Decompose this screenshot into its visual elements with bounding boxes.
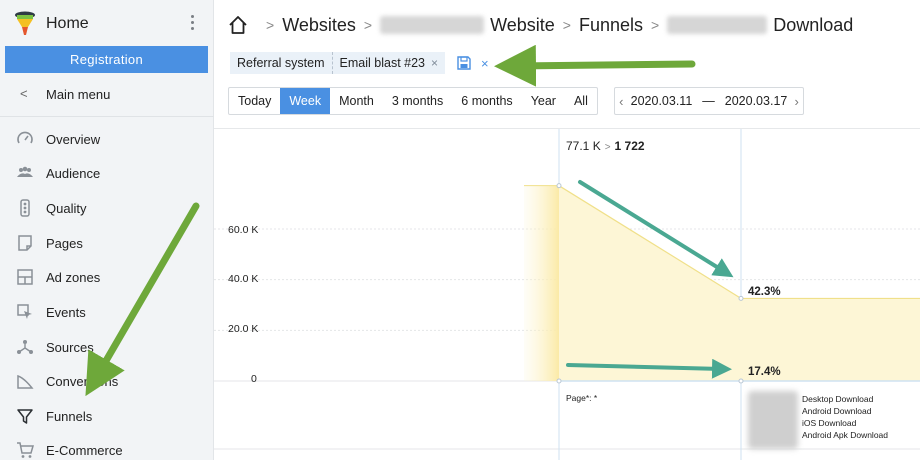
logo-icon[interactable] <box>14 11 36 37</box>
chevron-left-icon: < <box>20 86 28 101</box>
period-year[interactable]: Year <box>522 88 565 114</box>
network-icon <box>17 340 33 354</box>
segment-chip[interactable]: Email blast #23 × <box>331 52 446 74</box>
cart-icon <box>17 442 34 458</box>
funnel-area <box>559 185 920 381</box>
funnel-point <box>556 183 562 189</box>
download-event: Android Apk Download <box>802 430 889 440</box>
sidebar-item-audience[interactable]: Audience <box>0 160 214 186</box>
chevron-right-icon: > <box>562 17 571 33</box>
sidebar-item-label: Overview <box>46 132 101 147</box>
chevron-left-icon[interactable]: ‹ <box>615 94 628 109</box>
cursor-click-icon <box>17 304 32 319</box>
page-icon <box>18 235 32 251</box>
step-conversion-percent: 42.3% <box>748 286 781 298</box>
sidebar-item-ecommerce[interactable]: E-Commerce <box>0 437 214 460</box>
sidebar-item-label: Ad zones <box>46 270 101 285</box>
period-all[interactable]: All <box>565 88 597 114</box>
chevron-right-icon: > <box>604 142 611 153</box>
sidebar-item-overview[interactable]: Overview <box>0 126 214 152</box>
breadcrumb: > Websites > Website > Funnels > Downloa… <box>228 12 853 38</box>
sidebar-item-ad-zones[interactable]: Ad zones <box>0 264 214 290</box>
save-icon[interactable] <box>457 56 471 70</box>
step-visitors: 77.1 K <box>566 139 601 153</box>
period-week[interactable]: Week <box>280 88 331 114</box>
chevron-right-icon: > <box>363 17 373 33</box>
sidebar-item-label: Quality <box>46 201 87 216</box>
sidebar-item-label: Events <box>46 305 86 320</box>
sidebar-item-sources[interactable]: Sources <box>0 334 214 360</box>
funnel-lead-area <box>524 185 559 381</box>
download-event: Desktop Download <box>802 394 874 404</box>
download-event: Android Download <box>802 406 872 416</box>
registration-button[interactable]: Registration <box>5 46 208 73</box>
funnel-point <box>738 378 744 384</box>
chevron-right-icon: > <box>266 17 275 33</box>
layout-icon <box>17 269 33 285</box>
total-conversion-percent: 17.4% <box>748 366 781 378</box>
sidebar-item-label: Audience <box>46 166 101 181</box>
sidebar-item-quality[interactable]: Quality <box>0 195 214 221</box>
segment-chip-label: Email blast #23 <box>339 56 425 70</box>
segment-chip[interactable]: Referral system <box>230 52 332 74</box>
people-icon <box>17 166 33 177</box>
annotation-arrow <box>494 44 696 87</box>
breadcrumb-websites[interactable]: Websites <box>282 15 356 36</box>
y-tick-label: 60.0 K <box>228 224 259 236</box>
segment-chip-label: Referral system <box>237 56 325 70</box>
main-menu-label: Main menu <box>46 87 111 102</box>
step-label: Page*: * <box>566 393 598 403</box>
remove-segment-icon[interactable]: × <box>431 56 438 70</box>
download-events-list: Desktop Download Android Download iOS Do… <box>802 393 888 441</box>
more-menu-icon[interactable] <box>187 15 197 33</box>
y-tick-label: 20.0 K <box>228 323 259 335</box>
breadcrumb-website[interactable]: Website <box>490 15 555 36</box>
sidebar-item-pages[interactable]: Pages <box>0 230 214 256</box>
chart-area-icon <box>17 374 34 389</box>
chevron-right-icon: > <box>651 17 660 33</box>
sidebar-header: Home <box>0 0 214 46</box>
funnel-point <box>738 295 744 301</box>
sidebar-item-conversions[interactable]: Conversions <box>0 368 214 394</box>
date-from[interactable]: 2020.03.11 <box>631 94 693 108</box>
sidebar-item-events[interactable]: Events <box>0 299 214 325</box>
sidebar-item-funnels[interactable]: Funnels <box>0 403 214 429</box>
y-tick-label: 0 <box>251 373 257 385</box>
redacted-thumbnail <box>748 391 798 449</box>
traffic-light-icon <box>20 199 30 217</box>
funnel-chart: 60.0 K 40.0 K 20.0 K 0 77.1 K >1 722 42.3… <box>214 128 920 460</box>
sidebar-item-label: Conversions <box>46 374 119 389</box>
chevron-right-icon[interactable]: › <box>790 94 803 109</box>
step-stats: 77.1 K >1 722 <box>566 139 645 153</box>
period-month[interactable]: Month <box>330 88 383 114</box>
segment-filters: Referral system Email blast #23 × × <box>230 52 489 74</box>
home-title[interactable]: Home <box>46 15 89 33</box>
sidebar-divider <box>0 116 214 117</box>
sidebar-item-label: E-Commerce <box>46 443 123 458</box>
sidebar-item-label: Pages <box>46 236 83 251</box>
clear-segments-icon[interactable]: × <box>481 56 489 71</box>
main-menu-link[interactable]: < Main menu <box>0 82 214 108</box>
sidebar-item-label: Sources <box>46 340 94 355</box>
date-dash: — <box>702 94 715 108</box>
breadcrumb-funnels[interactable]: Funnels <box>579 15 643 36</box>
download-event: iOS Download <box>802 418 857 428</box>
gauge-icon <box>17 131 33 144</box>
period-today[interactable]: Today <box>229 88 280 114</box>
sidebar: Home Registration < Main menu Overview A… <box>0 0 214 460</box>
period-6-months[interactable]: 6 months <box>452 88 521 114</box>
sidebar-item-label: Funnels <box>46 409 93 424</box>
breadcrumb-download: Download <box>773 14 854 35</box>
redacted-site-name <box>380 16 485 34</box>
funnel-icon <box>17 409 33 424</box>
funnel-point <box>556 378 562 384</box>
step-converted: 1 722 <box>614 139 645 153</box>
period-selector: Today Week Month 3 months 6 months Year … <box>228 87 598 115</box>
home-icon[interactable] <box>228 15 248 35</box>
date-range-picker[interactable]: ‹ 2020.03.11 — 2020.03.17 › <box>614 87 804 115</box>
y-tick-label: 40.0 K <box>228 273 259 285</box>
date-to[interactable]: 2020.03.17 <box>725 94 788 108</box>
redacted-funnel-name <box>667 16 768 34</box>
period-3-months[interactable]: 3 months <box>383 88 452 114</box>
